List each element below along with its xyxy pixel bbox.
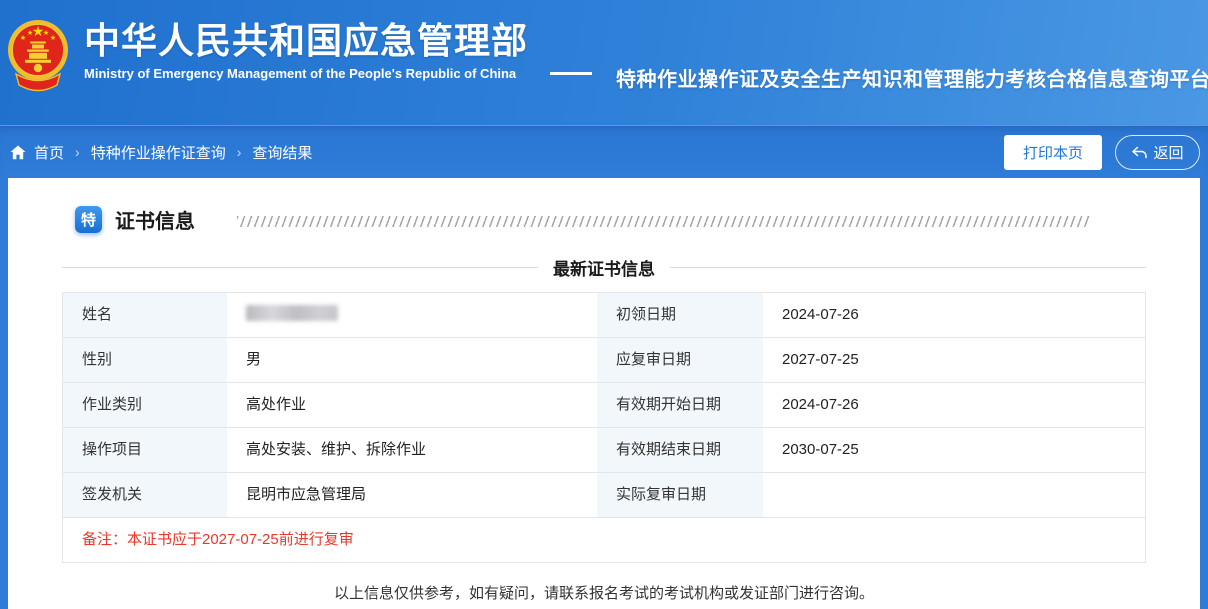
label-review-due-date: 应复审日期 — [597, 337, 763, 382]
label-issuing-authority: 签发机关 — [63, 472, 227, 517]
footer-disclaimer: 以上信息仅供参考，如有疑问，请联系报名考试的考试机构或发证部门进行咨询。 — [8, 582, 1200, 603]
breadcrumb-item-home: 首页 — [34, 142, 64, 163]
value-name — [227, 293, 597, 337]
value-issuing-authority: 昆明市应急管理局 — [227, 472, 597, 517]
site-header: ★ ★ ★ ★ ★ 中华人民共和国应急管理部 Ministry of Emerg… — [0, 0, 1208, 125]
svg-text:★: ★ — [50, 34, 56, 42]
breadcrumb-item-result: 查询结果 — [252, 142, 312, 163]
label-gender: 性别 — [63, 337, 227, 382]
certificate-table: 姓名 初领日期 2024-07-26 性别 男 应复审日期 2027-07-25… — [62, 292, 1146, 563]
site-title-en: Ministry of Emergency Management of the … — [84, 66, 528, 81]
home-icon — [10, 145, 26, 160]
value-review-due-date: 2027-07-25 — [763, 337, 1145, 382]
value-initial-issue-date: 2024-07-26 — [763, 293, 1145, 337]
value-operation-item: 高处安装、维护、拆除作业 — [227, 427, 597, 472]
back-button[interactable]: 返回 — [1115, 135, 1200, 170]
header-divider-dash — [550, 72, 592, 75]
section-header: 特 证书信息 — [75, 205, 1200, 234]
print-page-button[interactable]: 打印本页 — [1004, 135, 1102, 170]
hatch-decoration — [237, 216, 1090, 227]
breadcrumb-item-query[interactable]: 特种作业操作证查询 — [91, 142, 226, 163]
breadcrumb-bar: 首页 › 特种作业操作证查询 › 查询结果 打印本页 返回 — [0, 125, 1208, 178]
breadcrumb: 首页 › 特种作业操作证查询 › 查询结果 — [10, 142, 312, 163]
svg-text:★: ★ — [43, 29, 49, 37]
site-title-block: 中华人民共和国应急管理部 Ministry of Emergency Manag… — [84, 21, 528, 81]
remark-row: 备注：本证书应于2027-07-25前进行复审 — [63, 517, 1145, 562]
label-operation-category: 作业类别 — [63, 382, 227, 427]
label-operation-item: 操作项目 — [63, 427, 227, 472]
back-arrow-icon — [1131, 146, 1147, 159]
table-title-divider: 最新证书信息 — [62, 255, 1146, 280]
toolbar-actions: 打印本页 返回 — [1004, 135, 1200, 170]
section-title: 证书信息 — [115, 205, 195, 234]
label-actual-review-date: 实际复审日期 — [597, 472, 763, 517]
divider-line-left — [62, 267, 538, 268]
svg-text:★: ★ — [27, 29, 33, 37]
value-validity-start-date: 2024-07-26 — [763, 382, 1145, 427]
special-operation-badge: 特 — [75, 206, 102, 233]
label-validity-start-date: 有效期开始日期 — [597, 382, 763, 427]
value-validity-end-date: 2030-07-25 — [763, 427, 1145, 472]
china-national-emblem-logo: ★ ★ ★ ★ ★ — [7, 8, 69, 108]
value-gender: 男 — [227, 337, 597, 382]
redacted-name-value — [246, 305, 338, 321]
back-button-label: 返回 — [1153, 142, 1183, 163]
value-operation-category: 高处作业 — [227, 382, 597, 427]
label-name: 姓名 — [63, 293, 227, 337]
breadcrumb-separator: › — [75, 144, 80, 160]
label-validity-end-date: 有效期结束日期 — [597, 427, 763, 472]
content-card: 特 证书信息 最新证书信息 姓名 初领日期 2024-07-26 性别 男 应复… — [8, 178, 1200, 609]
platform-title: 特种作业操作证及安全生产知识和管理能力考核合格信息查询平台 — [616, 63, 1208, 92]
certificate-table-wrap: 最新证书信息 姓名 初领日期 2024-07-26 性别 男 应复审日期 202… — [62, 255, 1146, 563]
breadcrumb-separator: › — [237, 144, 242, 160]
label-initial-issue-date: 初领日期 — [597, 293, 763, 337]
value-actual-review-date — [763, 472, 1145, 517]
breadcrumb-home-link[interactable]: 首页 — [10, 142, 64, 163]
divider-line-right — [670, 267, 1146, 268]
table-title: 最新证书信息 — [553, 255, 655, 280]
svg-text:★: ★ — [20, 34, 26, 42]
site-title-cn: 中华人民共和国应急管理部 — [84, 21, 528, 61]
